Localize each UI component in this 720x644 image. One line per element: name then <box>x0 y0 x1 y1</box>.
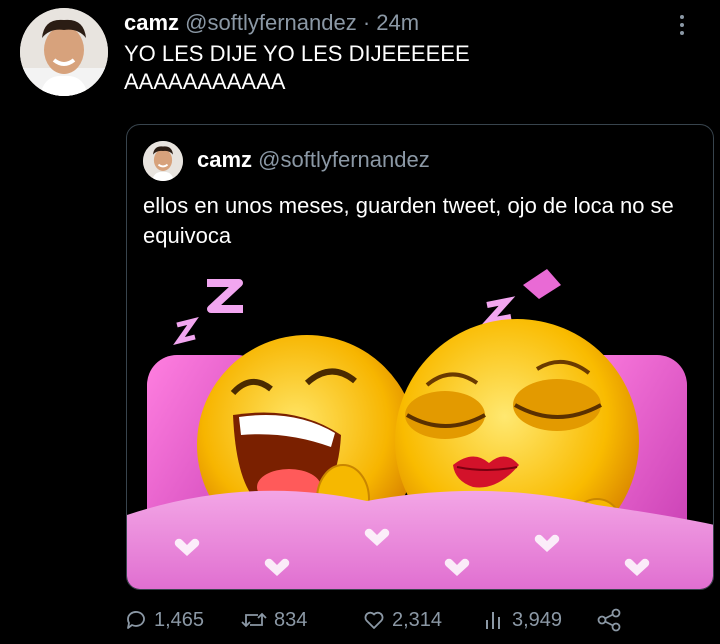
views-icon <box>484 608 506 632</box>
retweet-count: 834 <box>274 608 308 631</box>
quoted-author-name: camz <box>197 147 253 172</box>
share-icon <box>596 608 622 632</box>
author-name[interactable]: camz <box>124 10 179 35</box>
author-handle[interactable]: @softlyfernandez <box>185 10 357 35</box>
quoted-author-handle: @softlyfernandez <box>258 147 430 172</box>
quoted-tweet[interactable]: camz @softlyfernandez ellos en unos mese… <box>126 124 714 590</box>
reply-count: 1,465 <box>154 608 205 631</box>
like-icon <box>362 608 386 632</box>
like-button[interactable]: 2,314 <box>362 604 442 636</box>
tweet-time[interactable]: 24m <box>376 10 419 35</box>
separator-dot: · <box>362 10 371 35</box>
share-button[interactable] <box>596 604 622 636</box>
views-button[interactable]: 3,949 <box>484 604 562 636</box>
tweet-text: YO LES DIJE YO LES DIJEEEEEE AAAAAAAAAAA <box>124 41 470 94</box>
quoted-tweet-text: ellos en unos meses, guarden tweet, ojo … <box>143 193 674 248</box>
views-count: 3,949 <box>512 608 563 631</box>
reply-icon <box>124 608 148 632</box>
like-count: 2,314 <box>392 608 443 631</box>
tweet-header: camz @softlyfernandez · 24m <box>124 10 419 36</box>
reply-button[interactable]: 1,465 <box>124 604 204 636</box>
quoted-media-image[interactable] <box>127 265 713 589</box>
retweet-button[interactable]: 834 <box>240 604 307 636</box>
quoted-header: camz @softlyfernandez <box>197 147 430 173</box>
quoted-author-avatar <box>143 141 183 181</box>
author-avatar[interactable] <box>20 8 108 96</box>
more-icon[interactable] <box>672 10 692 40</box>
retweet-icon <box>240 608 268 632</box>
action-bar: 1,465 834 2,314 3,949 <box>0 604 720 636</box>
